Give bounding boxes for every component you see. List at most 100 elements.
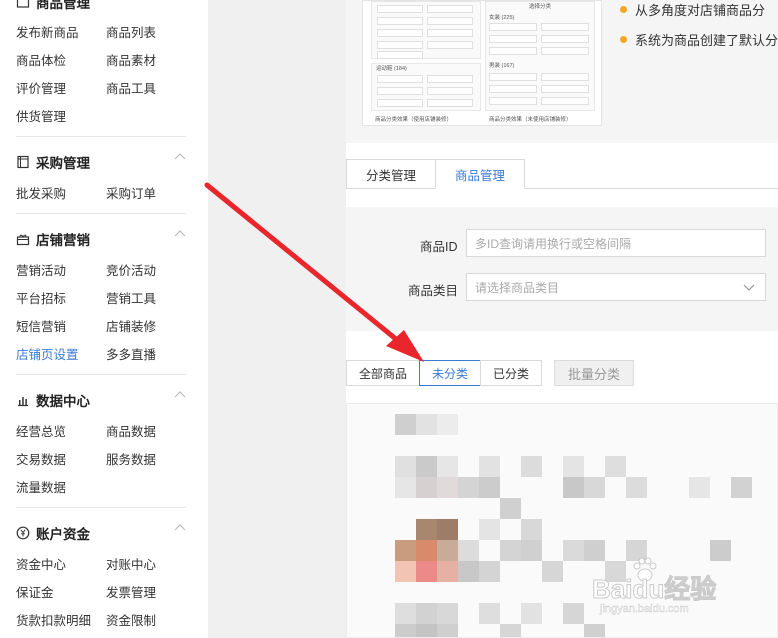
category-preview-image: 运动鞋 (184) 商品分类效果（使用店铺装修） 选择分类 女装 (225) 男… bbox=[362, 0, 602, 126]
sidebar-item-goods-check[interactable]: 商品体检 bbox=[16, 50, 66, 69]
preview-cell bbox=[377, 5, 423, 13]
sidebar: 商品管理 发布新商品 商品列表 商品体检 商品素材 评价管理 商品工具 供货管理… bbox=[0, 0, 208, 638]
filter-categorized-button[interactable]: 已分类 bbox=[480, 360, 542, 386]
sidebar-item-service-data[interactable]: 服务数据 bbox=[106, 449, 156, 468]
preview-cell bbox=[489, 35, 537, 43]
purchase-icon bbox=[17, 155, 29, 169]
preview-cell bbox=[541, 23, 589, 31]
preview-cell bbox=[427, 5, 473, 13]
preview-cell bbox=[427, 87, 473, 95]
blur-pixel bbox=[689, 477, 710, 498]
sidebar-item-shop-page-settings[interactable]: 店铺页设置 bbox=[16, 344, 79, 363]
sidebar-item-funds[interactable]: 资金中心 bbox=[16, 554, 66, 573]
baidu-jingyan-watermark: Baidu经验 jingyan.baidu.com bbox=[590, 555, 750, 625]
preview-group-label: 男装 (167) bbox=[489, 63, 515, 69]
sidebar-item-bidding[interactable]: 竞价活动 bbox=[106, 260, 156, 279]
goods-category-placeholder: 请选择商品类目 bbox=[475, 280, 560, 295]
preview-cell bbox=[489, 23, 537, 31]
sidebar-item-reconcile[interactable]: 对账中心 bbox=[106, 554, 156, 573]
sidebar-item-goods-data[interactable]: 商品数据 bbox=[106, 421, 156, 440]
blur-pixel bbox=[521, 603, 542, 624]
chevron-down-icon bbox=[743, 284, 755, 291]
blur-pixel bbox=[458, 477, 479, 498]
sidebar-item-decoration[interactable]: 店铺装修 bbox=[106, 316, 156, 335]
blur-pixel bbox=[458, 561, 479, 582]
chevron-up-icon[interactable] bbox=[174, 390, 186, 398]
goods-id-input[interactable]: 多ID查询请用换行或空格间隔 bbox=[466, 229, 766, 257]
blur-pixel bbox=[521, 456, 542, 477]
sidebar-item-campaigns[interactable]: 营销活动 bbox=[16, 260, 66, 279]
sidebar-item-purchase-orders[interactable]: 采购订单 bbox=[106, 183, 156, 202]
blur-pixel bbox=[416, 603, 437, 624]
filter-uncategorized-button[interactable]: 未分类 bbox=[419, 360, 481, 386]
sidebar-item-deductions[interactable]: 货款扣款明细 bbox=[16, 610, 91, 629]
sidebar-item-invoice[interactable]: 发票管理 bbox=[106, 582, 156, 601]
sidebar-item-wholesale[interactable]: 批发采购 bbox=[16, 183, 66, 202]
preview-group-label: 运动鞋 (184) bbox=[376, 66, 407, 72]
chevron-up-icon[interactable] bbox=[174, 229, 186, 237]
sidebar-group-title: 账户资金 bbox=[36, 527, 90, 542]
sidebar-item-deposit[interactable]: 保证金 bbox=[16, 582, 54, 601]
sidebar-item-sms[interactable]: 短信营销 bbox=[16, 316, 66, 335]
sidebar-item-fund-limits[interactable]: 资金限制 bbox=[106, 610, 156, 629]
goods-category-select[interactable]: 请选择商品类目 bbox=[466, 273, 766, 301]
sidebar-item-goods-list[interactable]: 商品列表 bbox=[106, 22, 156, 41]
divider bbox=[16, 136, 186, 137]
preview-cell bbox=[427, 75, 473, 83]
preview-group-label: 女装 (225) bbox=[489, 15, 515, 21]
chevron-up-icon[interactable] bbox=[174, 152, 186, 160]
sidebar-group-title: 数据中心 bbox=[36, 394, 90, 409]
sidebar-item-supply[interactable]: 供货管理 bbox=[16, 106, 66, 125]
blur-pixel bbox=[479, 519, 500, 540]
blur-pixel bbox=[416, 519, 437, 540]
sidebar-item-publish[interactable]: 发布新商品 bbox=[16, 22, 79, 41]
sidebar-item-overview[interactable]: 经营总览 bbox=[16, 421, 66, 440]
blur-pixel bbox=[500, 498, 521, 519]
sidebar-item-marketing-tools[interactable]: 营销工具 bbox=[106, 288, 156, 307]
blur-pixel bbox=[437, 540, 458, 561]
sidebar-item-tenders[interactable]: 平台招标 bbox=[16, 288, 66, 307]
blur-pixel bbox=[479, 561, 500, 582]
blur-pixel bbox=[395, 561, 416, 582]
preview-cell bbox=[489, 73, 537, 81]
tab-goods-management[interactable]: 商品管理 bbox=[435, 159, 525, 189]
sidebar-item-reviews[interactable]: 评价管理 bbox=[16, 78, 66, 97]
preview-cell bbox=[489, 97, 537, 105]
batch-categorize-button[interactable]: 批量分类 bbox=[554, 360, 634, 386]
blur-pixel bbox=[395, 540, 416, 561]
preview-cell bbox=[377, 75, 423, 83]
blur-pixel bbox=[563, 540, 584, 561]
sidebar-group-marketing[interactable]: 店铺营销 bbox=[16, 229, 90, 249]
sidebar-item-goods-material[interactable]: 商品素材 bbox=[106, 50, 156, 69]
sidebar-item-goods-tools[interactable]: 商品工具 bbox=[106, 78, 156, 97]
blur-pixel bbox=[584, 477, 605, 498]
watermark-url: jingyan.baidu.com bbox=[600, 603, 689, 615]
goods-category-label: 商品类目 bbox=[408, 284, 459, 298]
preview-caption-right: 商品分类效果（未使用店铺装修） bbox=[489, 117, 572, 123]
preview-cell bbox=[489, 47, 537, 55]
blur-pixel bbox=[416, 477, 437, 498]
tab-category-management[interactable]: 分类管理 bbox=[346, 159, 436, 189]
info-bullet-text: 系统为商品创建了默认分 bbox=[635, 33, 778, 48]
filter-form bbox=[346, 207, 778, 331]
sidebar-group-purchase[interactable]: 采购管理 bbox=[16, 152, 90, 172]
filter-all-goods-button[interactable]: 全部商品 bbox=[346, 360, 420, 386]
sidebar-item-live[interactable]: 多多直播 bbox=[106, 344, 156, 363]
sidebar-item-trade-data[interactable]: 交易数据 bbox=[16, 449, 66, 468]
preview-cell bbox=[541, 35, 589, 43]
preview-right-top: 选择分类 bbox=[529, 4, 552, 10]
blur-pixel bbox=[731, 477, 752, 498]
sidebar-group-goods[interactable]: 商品管理 bbox=[16, 0, 90, 12]
preview-cell bbox=[541, 47, 589, 55]
sidebar-item-traffic-data[interactable]: 流量数据 bbox=[16, 477, 66, 496]
blur-pixel bbox=[395, 624, 416, 637]
chevron-up-icon[interactable] bbox=[174, 523, 186, 531]
blur-pixel bbox=[395, 477, 416, 498]
sidebar-group-finance[interactable]: 账户资金 bbox=[16, 523, 90, 543]
blur-pixel bbox=[563, 477, 584, 498]
blur-pixel bbox=[395, 414, 416, 435]
sidebar-group-title: 店铺营销 bbox=[36, 233, 90, 248]
sidebar-group-data[interactable]: 数据中心 bbox=[16, 390, 90, 410]
blur-pixel bbox=[416, 561, 437, 582]
blur-pixel bbox=[437, 519, 458, 540]
